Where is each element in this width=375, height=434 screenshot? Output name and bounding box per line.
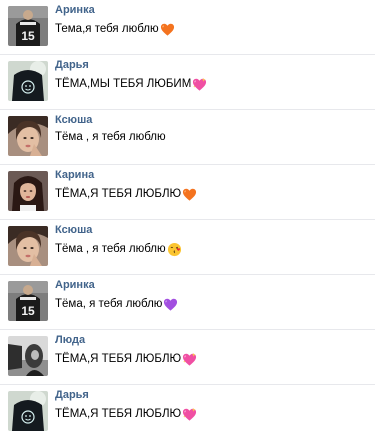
sender-name[interactable]: Карина xyxy=(55,169,94,181)
message-body: ТЁМА,Я ТЕБЯ ЛЮБЛЮ xyxy=(55,187,182,200)
message-item[interactable]: Люда ТЁМА,Я ТЕБЯ ЛЮБЛЮ xyxy=(0,330,375,385)
orange-heart-icon xyxy=(160,22,175,37)
avatar[interactable] xyxy=(8,171,48,211)
sender-name[interactable]: Дарья xyxy=(55,59,89,71)
orange-heart-icon xyxy=(182,187,197,202)
message-body: Тёма , я тебя люблю xyxy=(55,242,166,255)
avatar[interactable] xyxy=(8,226,48,266)
message-item[interactable]: Ксюша Тёма , я тебя люблю xyxy=(0,220,375,275)
sender-name[interactable]: Люда xyxy=(55,334,85,346)
avatar[interactable] xyxy=(8,391,48,431)
message-text: ТЁМА,Я ТЕБЯ ЛЮБЛЮ xyxy=(55,406,197,421)
avatar[interactable]: 15 xyxy=(8,6,48,46)
sender-name[interactable]: Ксюша xyxy=(55,114,92,126)
message-text: Тёма , я тебя люблю xyxy=(55,131,166,143)
message-body: Тема,я тебя люблю xyxy=(55,22,159,35)
svg-text:15: 15 xyxy=(21,304,35,318)
message-text: ТЁМА,Я ТЕБЯ ЛЮБЛЮ xyxy=(55,186,197,201)
message-item[interactable]: Дарья ТЁМА,Я ТЕБЯ ЛЮБЛЮ xyxy=(0,385,375,434)
sender-name[interactable]: Аринка xyxy=(55,279,95,291)
avatar[interactable]: 15 xyxy=(8,281,48,321)
sender-name[interactable]: Аринка xyxy=(55,4,95,16)
message-item[interactable]: 15 Аринка Тёма, я тебя люблю xyxy=(0,275,375,330)
avatar[interactable] xyxy=(8,336,48,376)
message-text: ТЁМА,МЫ ТЕБЯ ЛЮБИМ xyxy=(55,76,207,91)
sparkling-heart-icon xyxy=(182,352,197,367)
sender-name[interactable]: Ксюша xyxy=(55,224,92,236)
message-item[interactable]: 15 Аринка Тема,я тебя люблю xyxy=(0,0,375,55)
message-body: ТЁМА,Я ТЕБЯ ЛЮБЛЮ xyxy=(55,352,182,365)
svg-text:15: 15 xyxy=(21,29,35,43)
message-text: Тёма , я тебя люблю xyxy=(55,241,182,257)
message-item[interactable]: Карина ТЁМА,Я ТЕБЯ ЛЮБЛЮ xyxy=(0,165,375,220)
message-body: ТЁМА,МЫ ТЕБЯ ЛЮБИМ xyxy=(55,77,192,90)
message-body: Тёма, я тебя люблю xyxy=(55,297,163,310)
message-text: Тёма, я тебя люблю xyxy=(55,296,178,311)
message-text: ТЁМА,Я ТЕБЯ ЛЮБЛЮ xyxy=(55,351,197,366)
sparkling-heart-icon xyxy=(192,77,207,92)
message-item[interactable]: Дарья ТЁМА,МЫ ТЕБЯ ЛЮБИМ xyxy=(0,55,375,110)
avatar[interactable] xyxy=(8,116,48,156)
sparkling-heart-icon xyxy=(182,407,197,422)
message-item[interactable]: Ксюша Тёма , я тебя люблю xyxy=(0,110,375,165)
message-text: Тема,я тебя люблю xyxy=(55,21,175,36)
message-body: ТЁМА,Я ТЕБЯ ЛЮБЛЮ xyxy=(55,407,182,420)
purple-heart-icon xyxy=(163,297,178,312)
message-body: Тёма , я тебя люблю xyxy=(55,131,166,143)
kiss-face-icon xyxy=(167,242,182,257)
sender-name[interactable]: Дарья xyxy=(55,389,89,401)
message-feed: 15 Аринка Тема,я тебя люблю Дарья ТЁМА,М… xyxy=(0,0,375,434)
avatar[interactable] xyxy=(8,61,48,101)
